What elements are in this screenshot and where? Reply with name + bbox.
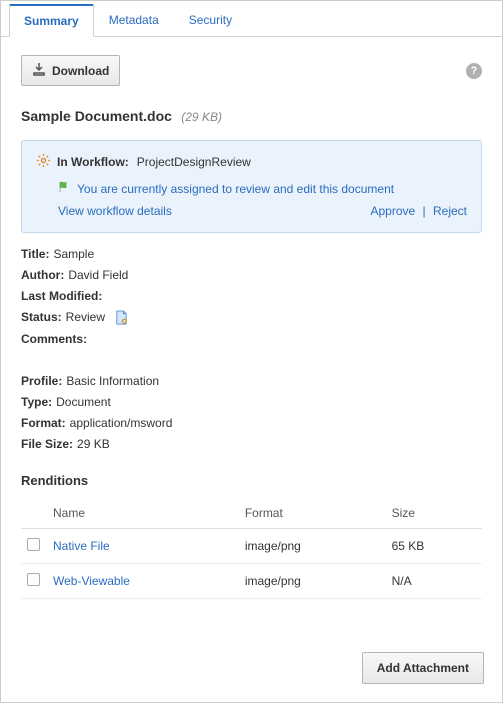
row-checkbox[interactable] [27, 573, 40, 586]
rendition-format: image/png [239, 564, 386, 599]
workflow-message: You are currently assigned to review and… [77, 182, 394, 196]
add-attachment-button[interactable]: Add Attachment [362, 652, 484, 684]
approve-link[interactable]: Approve [370, 204, 415, 218]
reject-link[interactable]: Reject [433, 204, 467, 218]
document-header: Sample Document.doc (29 KB) [21, 108, 482, 124]
download-icon [32, 62, 46, 79]
field-type: Type:Document [21, 395, 482, 409]
col-name: Name [47, 498, 239, 529]
rendition-format: image/png [239, 529, 386, 564]
flag-icon [58, 181, 70, 196]
table-row: Native File image/png 65 KB [21, 529, 482, 564]
tab-metadata[interactable]: Metadata [94, 4, 174, 37]
separator: | [423, 204, 426, 218]
field-profile: Profile:Basic Information [21, 374, 482, 388]
rendition-size: N/A [386, 564, 482, 599]
status-document-gear-icon [114, 310, 129, 325]
renditions-table: Name Format Size Native File image/png 6… [21, 498, 482, 599]
field-last-modified: Last Modified: [21, 289, 482, 303]
workflow-details-link[interactable]: View workflow details [58, 204, 172, 218]
document-size: (29 KB) [181, 110, 222, 124]
help-icon[interactable]: ? [466, 63, 482, 79]
col-size: Size [386, 498, 482, 529]
download-button[interactable]: Download [21, 55, 120, 86]
field-title: Title:Sample [21, 247, 482, 261]
workflow-name: ProjectDesignReview [137, 155, 251, 169]
rendition-name-link[interactable]: Web-Viewable [53, 574, 130, 588]
tab-summary[interactable]: Summary [9, 4, 94, 37]
tab-security[interactable]: Security [174, 4, 247, 37]
field-author: Author:David Field [21, 268, 482, 282]
renditions-title: Renditions [21, 473, 482, 488]
field-filesize: File Size:29 KB [21, 437, 482, 451]
rendition-name-link[interactable]: Native File [53, 539, 110, 553]
col-format: Format [239, 498, 386, 529]
workflow-label: In Workflow: [57, 155, 129, 169]
download-label: Download [52, 64, 109, 78]
table-row: Web-Viewable image/png N/A [21, 564, 482, 599]
rendition-size: 65 KB [386, 529, 482, 564]
workflow-panel: In Workflow: ProjectDesignReview You are… [21, 140, 482, 233]
document-name: Sample Document.doc [21, 108, 172, 124]
gear-icon [36, 153, 51, 171]
tabs-bar: Summary Metadata Security [1, 1, 502, 37]
field-comments: Comments: [21, 332, 482, 346]
field-format: Format:application/msword [21, 416, 482, 430]
workflow-decision: Approve | Reject [370, 204, 467, 218]
field-status: Status:Review [21, 310, 482, 325]
row-checkbox[interactable] [27, 538, 40, 551]
